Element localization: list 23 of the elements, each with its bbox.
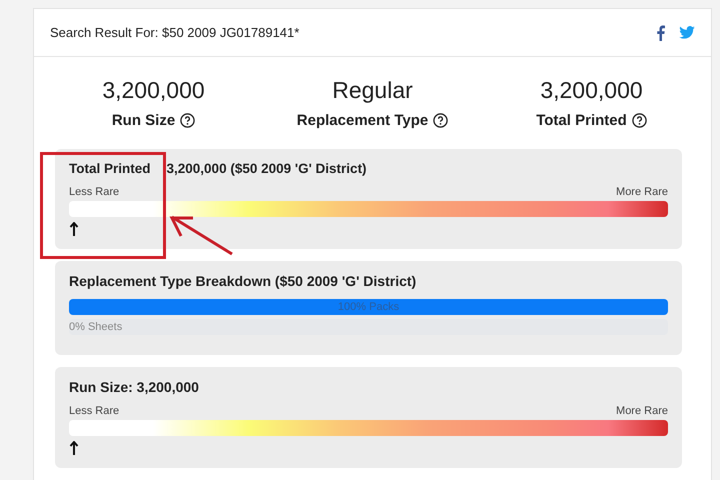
stat-label: Replacement Type — [296, 112, 428, 129]
panel-title: Total Printed — [69, 161, 151, 176]
stat-label: Run Size — [112, 112, 176, 129]
less-rare-label: Less Rare — [69, 405, 120, 417]
stat-value: 3,200,000 — [540, 77, 643, 104]
annotation-arrow — [170, 216, 233, 256]
breakdown-bar-label: 100% Packs — [338, 301, 400, 313]
facebook-icon[interactable] — [656, 24, 665, 40]
help-icon[interactable] — [180, 113, 196, 128]
search-result-title: Search Result For: $50 2009 JG01789141* — [50, 25, 300, 40]
panel-title: Replacement Type Breakdown ($50 2009 'G' District) — [69, 273, 418, 289]
more-rare-label: More Rare — [616, 186, 668, 198]
panel-title: Run Size: 3,200,000 — [69, 379, 200, 395]
stat-value: Regular — [332, 77, 413, 104]
stat-label: Total Printed — [536, 112, 627, 129]
breakdown-bar-label: 0% Sheets — [69, 321, 122, 333]
panel-title-value: 3,200,000 ($50 2009 'G' District) — [166, 161, 367, 176]
more-rare-label: More Rare — [616, 405, 668, 417]
help-icon[interactable] — [632, 113, 647, 128]
twitter-icon[interactable] — [679, 26, 695, 39]
less-rare-label: Less Rare — [69, 186, 120, 198]
help-icon[interactable] — [433, 113, 448, 128]
stat-value: 3,200,000 — [102, 77, 205, 104]
